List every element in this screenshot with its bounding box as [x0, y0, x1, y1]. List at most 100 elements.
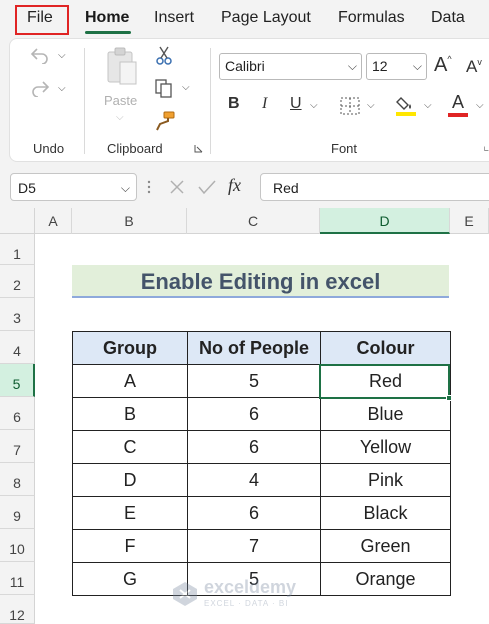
column-header-a[interactable]: A — [35, 208, 72, 234]
paste-label[interactable]: Paste — [104, 93, 137, 108]
dialog-launcher-icon[interactable] — [484, 143, 489, 153]
row-header-12[interactable]: 12 — [0, 595, 35, 624]
exceldemy-logo-icon — [173, 582, 197, 606]
font-color-dropdown-icon[interactable]: ⌵ — [476, 100, 484, 111]
table-cell[interactable]: B — [72, 397, 188, 431]
italic-button[interactable]: I — [262, 95, 267, 113]
copy-dropdown-icon[interactable]: ⌵ — [182, 82, 190, 93]
table-cell[interactable]: Black — [320, 496, 451, 530]
menu-insert[interactable]: Insert — [154, 9, 194, 27]
table-row: E 6 Black — [72, 496, 451, 530]
font-name-select[interactable]: Calibri ⌵ — [219, 53, 362, 80]
column-header-e[interactable]: E — [450, 208, 489, 234]
paste-icon[interactable] — [104, 46, 140, 86]
table-row: B 6 Blue — [72, 397, 451, 431]
table-cell[interactable]: 6 — [187, 397, 321, 431]
table-cell[interactable]: G — [72, 562, 188, 596]
sheet-title-cell[interactable]: Enable Editing in excel — [72, 265, 449, 298]
row-header-5[interactable]: 5 — [0, 364, 35, 397]
grow-font-button[interactable]: A^ — [434, 54, 452, 77]
bold-button[interactable]: B — [228, 95, 240, 113]
exceldemy-watermark: exceldemy EXCEL · DATA · BI — [172, 577, 322, 611]
table-cell[interactable]: Orange — [320, 562, 451, 596]
row-header-1[interactable]: 1 — [0, 234, 35, 265]
row-header-6[interactable]: 6 — [0, 397, 35, 430]
select-all-button[interactable] — [0, 208, 35, 234]
table-cell[interactable]: Yellow — [320, 430, 451, 464]
underline-dropdown-icon[interactable]: ⌵ — [310, 100, 318, 111]
redo-dropdown-icon[interactable]: ⌵ — [58, 83, 66, 94]
paste-dropdown-icon[interactable]: ⌵ — [116, 112, 124, 123]
fill-color-dropdown-icon[interactable]: ⌵ — [424, 100, 432, 111]
table-cell[interactable]: A — [72, 364, 188, 398]
table-row: F 7 Green — [72, 529, 451, 563]
row-header-11[interactable]: 11 — [0, 562, 35, 595]
table-cell[interactable]: D — [72, 463, 188, 497]
row-header-10[interactable]: 10 — [0, 529, 35, 562]
row-header-9[interactable]: 9 — [0, 496, 35, 529]
chevron-down-icon: ⌵ — [120, 181, 130, 195]
row-header-2[interactable]: 2 — [0, 265, 35, 298]
fill-color-icon[interactable] — [395, 93, 417, 117]
table-cell[interactable]: C — [72, 430, 188, 464]
header-cell-no-of-people[interactable]: No of People — [187, 331, 321, 365]
name-box[interactable]: D5 ⌵ — [10, 173, 137, 201]
row-header-4[interactable]: 4 — [0, 331, 35, 364]
insert-function-button[interactable]: fx — [228, 175, 241, 196]
menu-formulas[interactable]: Formulas — [338, 9, 405, 27]
column-header-b[interactable]: B — [72, 208, 187, 234]
undo-dropdown-icon[interactable]: ⌵ — [58, 50, 66, 61]
borders-icon[interactable] — [339, 96, 361, 116]
borders-dropdown-icon[interactable]: ⌵ — [367, 100, 375, 111]
copy-icon[interactable] — [152, 77, 176, 99]
clipboard-group-label: Clipboard — [107, 141, 163, 156]
column-header-d[interactable]: D — [320, 208, 450, 234]
data-table: Group No of People Colour A 5 Red B 6 Bl… — [72, 331, 451, 596]
table-cell[interactable]: 6 — [187, 496, 321, 530]
enter-icon[interactable] — [198, 178, 216, 196]
table-cell[interactable]: Green — [320, 529, 451, 563]
watermark-name: exceldemy — [204, 577, 297, 597]
underline-button[interactable]: U — [290, 95, 302, 113]
group-divider — [210, 48, 211, 154]
font-size-select[interactable]: 12 ⌵ — [366, 53, 427, 80]
undo-icon[interactable] — [28, 44, 52, 66]
font-group-label: Font — [331, 141, 358, 156]
format-painter-icon[interactable] — [153, 110, 177, 132]
drag-handle-icon[interactable] — [147, 178, 151, 196]
table-cell[interactable]: Blue — [320, 397, 451, 431]
row-header-7[interactable]: 7 — [0, 430, 35, 463]
redo-icon[interactable] — [28, 77, 52, 99]
table-cell[interactable]: Red — [320, 364, 451, 398]
dialog-launcher-icon[interactable] — [193, 143, 203, 153]
table-cell[interactable]: 4 — [187, 463, 321, 497]
table-cell[interactable]: F — [72, 529, 188, 563]
header-cell-group[interactable]: Group — [72, 331, 188, 365]
menu-page-layout[interactable]: Page Layout — [221, 9, 311, 27]
row-header-3[interactable]: 3 — [0, 298, 35, 331]
fill-handle[interactable] — [446, 395, 452, 401]
file-highlight-box — [15, 5, 69, 35]
font-color-button[interactable]: A — [448, 92, 468, 118]
table-cell[interactable]: 5 — [187, 364, 321, 398]
cell-reference: D5 — [18, 180, 36, 196]
header-cell-colour[interactable]: Colour — [320, 331, 451, 365]
font-name-value: Calibri — [225, 58, 265, 74]
column-header-c[interactable]: C — [187, 208, 320, 234]
chevron-down-icon: ⌵ — [412, 59, 422, 73]
cut-icon[interactable] — [153, 45, 175, 67]
table-cell[interactable]: E — [72, 496, 188, 530]
group-divider — [84, 48, 85, 154]
table-cell[interactable]: 6 — [187, 430, 321, 464]
font-color-bar — [448, 113, 468, 117]
row-header-8[interactable]: 8 — [0, 463, 35, 496]
cancel-icon[interactable] — [168, 178, 186, 196]
menu-data[interactable]: Data — [431, 9, 465, 27]
formula-input[interactable]: Red — [260, 173, 489, 201]
font-size-value: 12 — [372, 58, 388, 74]
table-cell[interactable]: Pink — [320, 463, 451, 497]
table-row: A 5 Red — [72, 364, 451, 398]
table-cell[interactable]: 7 — [187, 529, 321, 563]
shrink-font-button[interactable]: Av — [466, 57, 482, 77]
menu-home[interactable]: Home — [85, 9, 129, 27]
